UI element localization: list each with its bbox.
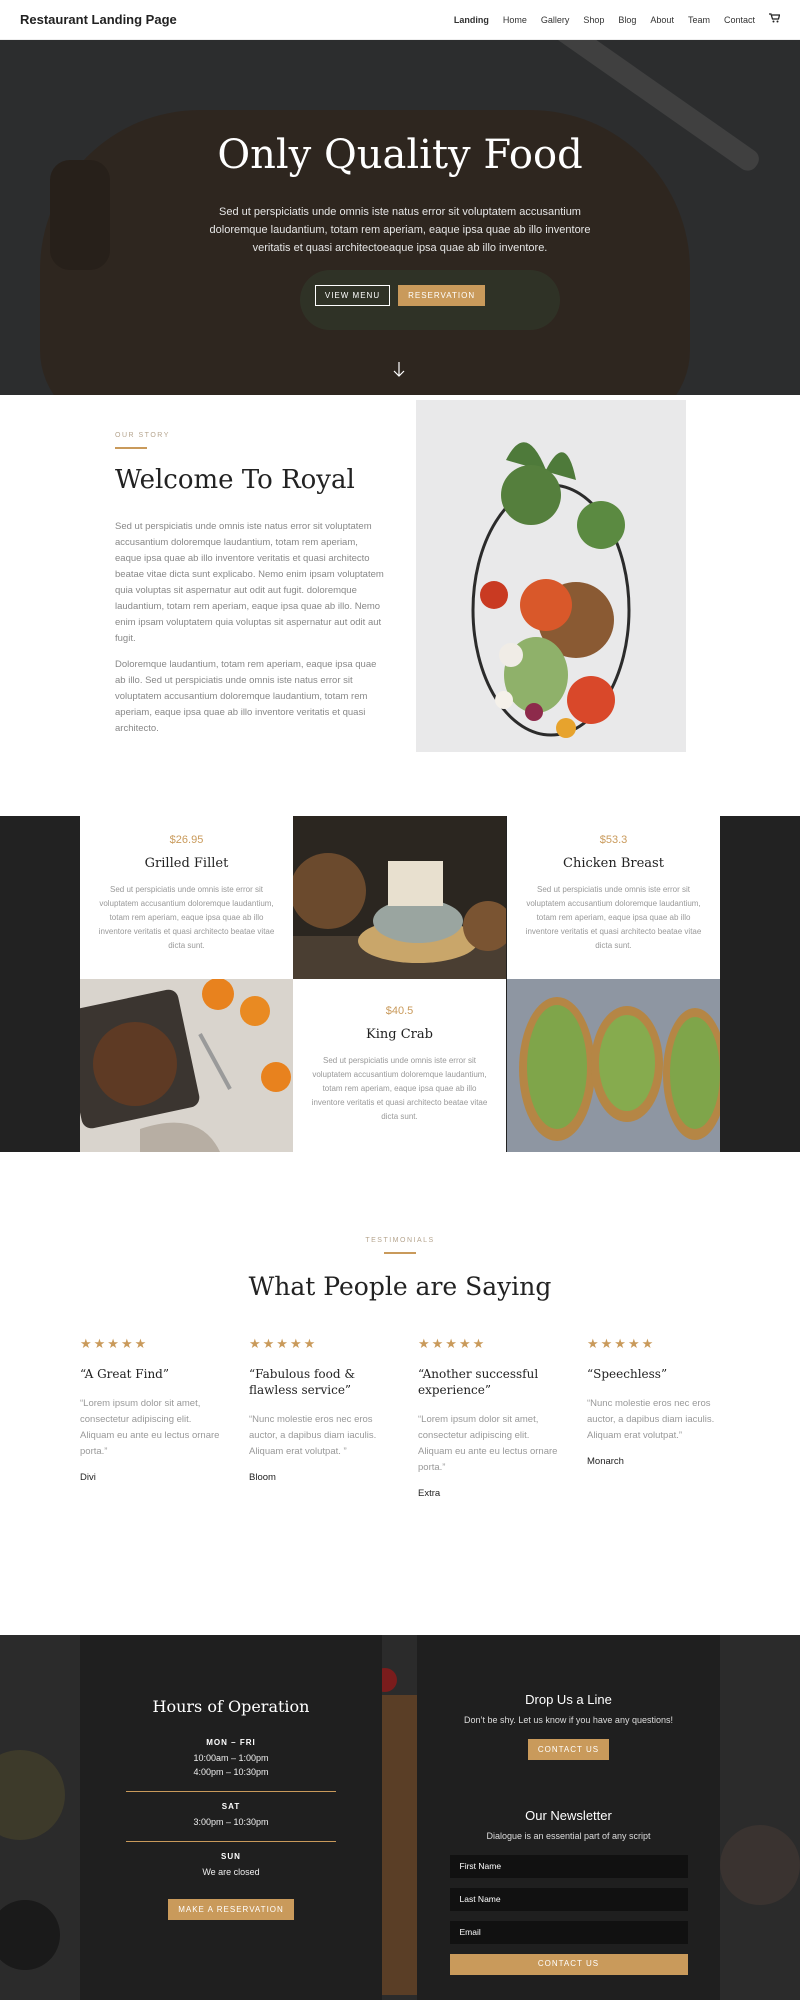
- star-rating-icon: ★★★★★: [587, 1336, 656, 1351]
- testimonials-label: TESTIMONIALS: [365, 1237, 435, 1244]
- menu-dish-description: Sed ut perspiciatis unde omnis iste erro…: [311, 1056, 488, 1121]
- story-divider: [115, 447, 147, 449]
- testimonial-card: ★★★★★ “Fabulous food & flawless service”…: [249, 1336, 389, 1483]
- contact-panel: Drop Us a Line Don’t be shy. Let us know…: [417, 1635, 720, 2000]
- hero-title: Only Quality Food: [217, 132, 583, 178]
- testimonial-body: “Nunc molestie eros nec eros auctor, a d…: [587, 1398, 715, 1441]
- star-rating-icon: ★★★★★: [80, 1336, 149, 1351]
- menu-price: $26.95: [169, 834, 204, 846]
- vegetable-basket-image: [416, 400, 686, 752]
- hours-divider: [126, 1791, 336, 1792]
- hours-day-label: MON – FRI: [206, 1738, 256, 1747]
- hero-buttons: VIEW MENU RESERVATION: [0, 285, 800, 306]
- menu-price: $40.5: [385, 1005, 414, 1017]
- testimonial-card: ★★★★★ “Speechless” “Nunc molestie eros n…: [587, 1336, 727, 1467]
- hours-time: 10:00am – 1:00pm: [193, 1753, 269, 1763]
- menu-dish-name: Grilled Fillet: [144, 856, 229, 871]
- arrow-down-icon[interactable]: [393, 362, 405, 381]
- cart-icon[interactable]: [769, 13, 781, 26]
- nav-contact[interactable]: Contact: [724, 15, 755, 25]
- testimonial-heading: “A Great Find”: [80, 1367, 169, 1381]
- hours-title: Hours of Operation: [152, 1697, 310, 1716]
- testimonial-author: Divi: [80, 1472, 96, 1483]
- avocado-toast-image: [507, 979, 720, 1152]
- hours-time: We are closed: [202, 1867, 260, 1877]
- testimonial-author: Bloom: [249, 1472, 276, 1483]
- reservation-button[interactable]: RESERVATION: [398, 285, 486, 306]
- first-name-field[interactable]: First Name: [449, 1855, 688, 1878]
- nav-about[interactable]: About: [650, 15, 674, 25]
- hours-divider: [126, 1841, 336, 1842]
- hero-text: Sed ut perspiciatis unde omnis iste natu…: [209, 206, 591, 254]
- drop-line-subtitle: Don’t be shy. Let us know if you have an…: [464, 1715, 673, 1725]
- cheese-bread-image: [293, 816, 506, 979]
- nav-gallery[interactable]: Gallery: [541, 15, 570, 25]
- newsletter-subtitle: Dialogue is an essential part of any scr…: [486, 1831, 651, 1841]
- newsletter-title: Our Newsletter: [525, 1808, 612, 1823]
- story-label: OUR STORY: [115, 432, 170, 439]
- hero-section: Only Quality Food Sed ut perspiciatis un…: [0, 40, 800, 395]
- testimonial-body: “Lorem ipsum dolor sit amet, consectetur…: [418, 1414, 558, 1473]
- nav-shop[interactable]: Shop: [583, 15, 604, 25]
- menu-card-king-crab[interactable]: $40.5 King Crab Sed ut perspiciatis unde…: [293, 979, 506, 1152]
- menu-price: $53.3: [599, 834, 628, 846]
- make-reservation-button[interactable]: MAKE A RESERVATION: [168, 1899, 294, 1920]
- menu-dish-name: Chicken Breast: [563, 856, 664, 871]
- view-menu-button[interactable]: VIEW MENU: [314, 285, 391, 306]
- testimonials-divider: [384, 1252, 416, 1254]
- main-nav: Landing Home Gallery Shop Blog About Tea…: [454, 13, 781, 26]
- nav-team[interactable]: Team: [688, 15, 710, 25]
- star-rating-icon: ★★★★★: [418, 1336, 487, 1351]
- story-paragraph-1: Sed ut perspiciatis unde omnis iste natu…: [115, 521, 384, 644]
- testimonial-card: ★★★★★ “Another successful experience” “L…: [418, 1336, 558, 1499]
- menu-card-grilled-fillet[interactable]: $26.95 Grilled Fillet Sed ut perspiciati…: [80, 816, 293, 979]
- contact-us-button[interactable]: CONTACT US: [527, 1739, 610, 1760]
- menu-dish-description: Sed ut perspiciatis unde omnis iste erro…: [98, 885, 275, 950]
- testimonial-author: Monarch: [587, 1456, 624, 1467]
- menu-card-chicken-breast[interactable]: $53.3 Chicken Breast Sed ut perspiciatis…: [507, 816, 720, 979]
- last-name-field[interactable]: Last Name: [449, 1888, 688, 1911]
- story-paragraph-2: Doloremque laudantium, totam rem aperiam…: [115, 659, 377, 734]
- testimonial-heading: “Speechless”: [587, 1367, 668, 1381]
- nav-home[interactable]: Home: [503, 15, 527, 25]
- site-header: Restaurant Landing Page Landing Home Gal…: [0, 0, 800, 40]
- menu-dish-description: Sed ut perspiciatis unde omnis iste erro…: [525, 885, 702, 950]
- drop-line-title: Drop Us a Line: [525, 1692, 612, 1707]
- nav-landing[interactable]: Landing: [454, 15, 489, 25]
- tart-oranges-image: [80, 979, 293, 1152]
- hours-day-label: SAT: [221, 1802, 241, 1811]
- testimonial-author: Extra: [418, 1488, 441, 1499]
- testimonial-body: “Lorem ipsum dolor sit amet, consectetur…: [80, 1398, 220, 1457]
- testimonial-body: “Nunc molestie eros nec eros auctor, a d…: [249, 1414, 377, 1457]
- email-field[interactable]: Email: [449, 1921, 688, 1944]
- footer-section: Hours of Operation MON – FRI 10:00am – 1…: [0, 1635, 800, 2000]
- hours-panel: Hours of Operation MON – FRI 10:00am – 1…: [80, 1635, 382, 2000]
- newsletter-submit-button[interactable]: CONTACT US: [449, 1954, 688, 1975]
- testimonial-heading: “Fabulous food & flawless service”: [249, 1367, 356, 1397]
- nav-blog[interactable]: Blog: [618, 15, 636, 25]
- testimonials-title: What People are Saying: [248, 1272, 552, 1301]
- site-brand[interactable]: Restaurant Landing Page: [20, 12, 177, 27]
- testimonial-card: ★★★★★ “A Great Find” “Lorem ipsum dolor …: [80, 1336, 220, 1483]
- star-rating-icon: ★★★★★: [249, 1336, 318, 1351]
- hours-time: 3:00pm – 10:30pm: [193, 1817, 269, 1827]
- menu-dish-name: King Crab: [366, 1027, 433, 1042]
- hours-time: 4:00pm – 10:30pm: [193, 1767, 269, 1777]
- story-title: Welcome To Royal: [115, 465, 355, 495]
- testimonial-heading: “Another successful experience”: [418, 1367, 539, 1397]
- hours-day-label: SUN: [221, 1852, 241, 1861]
